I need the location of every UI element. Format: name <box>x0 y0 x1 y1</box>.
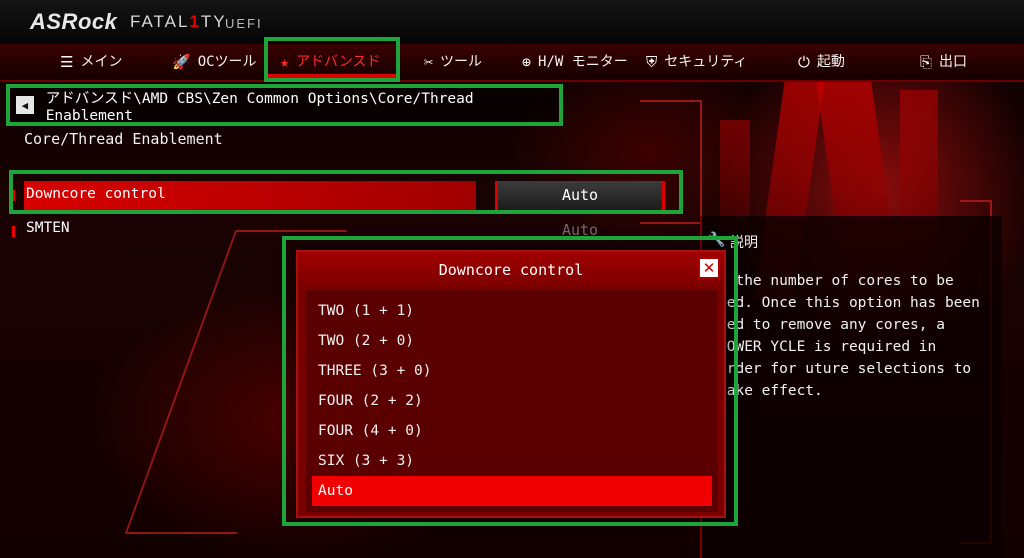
exit-door-icon: ⎘ <box>920 53 933 71</box>
shield-icon: ⛨ <box>646 53 658 71</box>
downcore-control-popup: Downcore control ✕ TWO (1 + 1) TWO (2 + … <box>296 250 726 518</box>
popup-option-list: TWO (1 + 1) TWO (2 + 0) THREE (3 + 0) FO… <box>306 290 718 512</box>
breadcrumb: ◀ アドバンスド\AMD CBS\Zen Common Options\Core… <box>8 86 561 124</box>
popup-option[interactable]: FOUR (2 + 2) <box>312 386 712 416</box>
tab-boot[interactable]: ⏻ 起動 <box>798 44 845 80</box>
crosshair-icon: ⊕ <box>522 53 532 71</box>
tab-main[interactable]: ☰ メイン <box>60 44 122 80</box>
tab-label: ツール <box>440 54 483 70</box>
breadcrumb-path: アドバンスド\AMD CBS\Zen Common Options\Core/T… <box>45 90 474 124</box>
fatal1ty-logo: FATAL1TY <box>130 12 227 32</box>
option-label-downcore-control[interactable]: Downcore control <box>26 186 166 202</box>
popup-title: Downcore control <box>298 252 724 288</box>
logo-part: 1 <box>189 12 201 31</box>
description-text: s the number of cores to be sed. Once th… <box>718 273 980 399</box>
description-panel: 🔧 説明 s the number of cores to be sed. On… <box>700 216 1002 558</box>
row-marker <box>12 190 15 201</box>
wrench-icon: 🔧 <box>708 232 726 248</box>
rocket-icon: 🚀 <box>172 53 191 71</box>
tab-oc-tweaker[interactable]: 🚀 OCツール <box>172 44 257 80</box>
section-title: Core/Thread Enablement <box>24 130 223 148</box>
main-nav: ☰ メイン 🚀 OCツール ★ アドバンスド ✂ ツール ⊕ H/W モニター … <box>0 44 1024 82</box>
close-icon[interactable]: ✕ <box>698 257 720 279</box>
tab-security[interactable]: ⛨ セキュリティ <box>646 44 747 80</box>
popup-option[interactable]: SIX (3 + 3) <box>312 446 712 476</box>
popup-option[interactable]: FOUR (4 + 0) <box>312 416 712 446</box>
header: ASRock FATAL1TY UEFI <box>0 0 1024 44</box>
tab-exit[interactable]: ⎘ 出口 <box>920 44 967 80</box>
tab-label: OCツール <box>197 54 257 70</box>
tab-label: メイン <box>80 54 123 70</box>
popup-option-selected[interactable]: Auto <box>312 476 712 506</box>
tools-icon: ✂ <box>424 53 434 71</box>
option-label-smten[interactable]: SMTEN <box>26 220 70 236</box>
tab-label: H/W モニター <box>538 54 628 70</box>
back-arrow-icon: ◀ <box>21 98 29 112</box>
active-tab-indicator <box>268 74 396 78</box>
logo-part: TY <box>200 12 227 31</box>
tab-label: 起動 <box>816 54 845 70</box>
popup-option[interactable]: THREE (3 + 0) <box>312 356 712 386</box>
asrock-logo: ASRock <box>30 9 118 34</box>
menu-list-icon: ☰ <box>60 53 74 71</box>
tab-label: 出口 <box>939 54 968 70</box>
uefi-logo: UEFI <box>225 16 263 31</box>
description-title: 説明 <box>730 235 758 251</box>
logo-part: FATAL <box>130 12 190 31</box>
popup-option[interactable]: TWO (2 + 0) <box>312 326 712 356</box>
tab-hw-monitor[interactable]: ⊕ H/W モニター <box>522 44 628 80</box>
tab-label: セキュリティ <box>664 54 748 70</box>
tab-tool[interactable]: ✂ ツール <box>424 44 482 80</box>
back-button[interactable]: ◀ <box>16 96 34 114</box>
power-icon: ⏻ <box>798 53 810 71</box>
popup-option[interactable]: TWO (1 + 1) <box>312 296 712 326</box>
row-marker <box>12 226 15 237</box>
option-value-downcore-control[interactable]: Auto <box>495 181 665 210</box>
bg-slab <box>720 120 750 230</box>
option-value-smten[interactable]: Auto <box>495 216 665 245</box>
